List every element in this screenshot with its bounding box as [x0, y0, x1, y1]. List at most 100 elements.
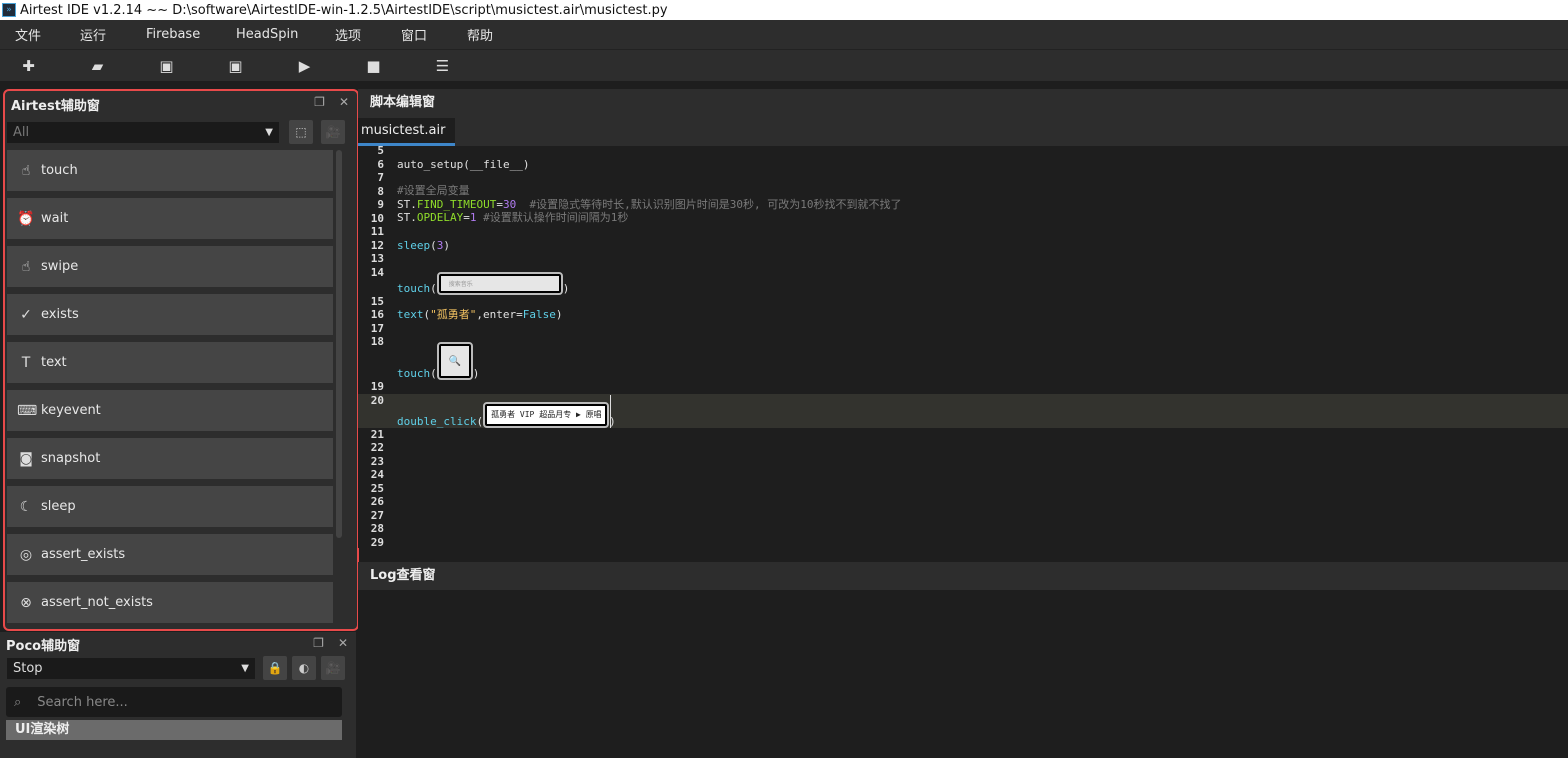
chevron-down-icon: ▼ [265, 126, 273, 138]
save-as-icon[interactable]: ▣ [201, 57, 270, 75]
code-line[interactable]: 14 touch(搜索音乐) [358, 266, 1568, 295]
image-template-song-result[interactable]: 孤勇者 VIP 超品月专 ▶ 原唱 [483, 401, 610, 428]
record-button[interactable]: 🎥 [321, 120, 345, 144]
code-token: touch [397, 367, 431, 380]
save-icon[interactable]: ▣ [132, 57, 201, 75]
moon-icon: ☾ [19, 498, 33, 515]
code-line[interactable]: 7 [358, 171, 1568, 185]
code-line[interactable]: 29 [358, 536, 1568, 550]
api-item-label: assert_not_exists [41, 595, 153, 610]
line-number: 27 [370, 508, 384, 522]
api-item-exists[interactable]: ✓ exists [7, 294, 333, 335]
refresh-inspect-button[interactable]: ◐ [292, 656, 316, 680]
api-item-wait[interactable]: ⏰ wait [7, 198, 333, 239]
api-item-swipe[interactable]: ☝ swipe [7, 246, 333, 287]
menu-item[interactable]: 文件 [15, 25, 41, 44]
poco-mode-dropdown[interactable]: Stop ▼ [7, 657, 255, 679]
code-line[interactable]: 10 ST.OPDELAY=1 #设置默认操作时间间隔为1秒 [358, 209, 1568, 226]
code-line[interactable]: 5 [358, 144, 1568, 158]
code-line[interactable]: 12 sleep(3) [358, 239, 1568, 253]
menu-item[interactable]: HeadSpin [236, 27, 298, 42]
screenshot-select-button[interactable]: ⬚ [289, 120, 313, 144]
code-text: ST.OPDELAY=1 #设置默认操作时间间隔为1秒 [397, 209, 628, 225]
code-line[interactable]: 23 [358, 455, 1568, 469]
run-icon[interactable]: ▶ [270, 57, 339, 75]
api-item-keyevent[interactable]: ⌨ keyevent [7, 390, 333, 431]
log-icon[interactable]: ☰ [408, 57, 477, 75]
code-line[interactable]: 17 [358, 322, 1568, 336]
code-token: text [397, 307, 424, 321]
api-item-label: assert_exists [41, 547, 126, 562]
line-number: 21 [370, 427, 384, 441]
touch-icon: ☝ [21, 162, 31, 179]
tab-musictest[interactable]: musictest.air ✕ [358, 118, 455, 164]
api-item-assert_exists[interactable]: ◎ assert_exists [7, 534, 333, 575]
menu-item[interactable]: Firebase [146, 27, 200, 42]
float-icon[interactable]: ❐ [313, 636, 324, 650]
float-icon[interactable]: ❐ [314, 95, 325, 109]
chevron-down-icon: ▼ [241, 662, 249, 674]
scrollbar[interactable] [336, 150, 342, 538]
ui-tree-header[interactable]: UI渲染树 [6, 720, 342, 740]
window-title: Airtest IDE v1.2.14 ~~ D:\software\Airte… [20, 2, 668, 18]
api-item-snapshot[interactable]: ◙ snapshot [7, 438, 333, 479]
image-template-search-bar[interactable]: 搜索音乐 [436, 271, 563, 295]
filter-dropdown[interactable]: All ▼ [7, 121, 279, 143]
template-image-content: 孤勇者 VIP 超品月专 ▶ 原唱 [487, 405, 606, 424]
code-token: ST. [397, 211, 417, 224]
code-line[interactable]: 28 [358, 522, 1568, 536]
code-line[interactable]: 6 auto_setup(__file__) [358, 158, 1568, 172]
code-text: sleep(3) [397, 239, 450, 252]
api-item-text[interactable]: Ttext [7, 342, 333, 383]
search-placeholder: Search here... [37, 694, 128, 710]
code-line[interactable]: 21 [358, 428, 1568, 442]
editor-tab-bar: musictest.air ✕ [358, 117, 1568, 164]
code-line[interactable]: 20 double_click(孤勇者 VIP 超品月专 ▶ 原唱) [358, 393, 1568, 428]
panel-title: Poco辅助窗 [6, 638, 81, 654]
api-item-sleep[interactable]: ☾ sleep [7, 486, 333, 527]
open-folder-icon[interactable]: ▰ [63, 57, 132, 75]
stop-icon[interactable]: ■ [339, 57, 408, 75]
close-icon[interactable]: ✕ [339, 95, 349, 109]
code-editor[interactable]: 5 6 auto_setup(__file__) 7 8 #设置全局变量 9 ST.FIND_… [358, 144, 1568, 550]
code-line[interactable]: 24 [358, 468, 1568, 482]
line-number: 10 [370, 211, 384, 225]
lock-button[interactable]: 🔒 [263, 656, 287, 680]
line-number: 12 [370, 238, 384, 252]
line-number: 8 [377, 184, 384, 198]
line-number: 28 [370, 522, 384, 535]
code-line[interactable]: 26 [358, 495, 1568, 509]
code-line[interactable]: 27 [358, 509, 1568, 523]
code-token: ( [430, 281, 437, 295]
line-number: 15 [370, 294, 384, 308]
search-input[interactable]: ⌕ Search here... [6, 687, 342, 717]
menu-item[interactable]: 选项 [335, 25, 361, 44]
menu-bar: 文件 运行 Firebase HeadSpin 选项 窗口 帮助 [0, 20, 1568, 50]
record-button[interactable]: 🎥 [321, 656, 345, 680]
menu-item[interactable]: 运行 [80, 25, 106, 44]
code-token: sleep [397, 239, 431, 252]
new-icon[interactable]: ✚ [0, 57, 63, 75]
code-line[interactable]: 16 text("孤勇者",enter=False) [358, 308, 1568, 322]
code-line[interactable]: 22 [358, 441, 1568, 455]
menu-item[interactable]: 帮助 [467, 25, 493, 44]
line-number: 5 [377, 144, 384, 157]
log-panel-title: Log查看窗 [358, 562, 1568, 590]
code-line[interactable]: 18 touch(🔍) [358, 335, 1568, 380]
api-item-touch[interactable]: ☝ touch [7, 150, 333, 191]
code-line[interactable]: 19 [358, 380, 1568, 394]
api-item-assert_not_exists[interactable]: ⊗ assert_not_exists [7, 582, 333, 623]
menu-item[interactable]: 窗口 [401, 25, 427, 44]
log-view[interactable] [358, 590, 1568, 758]
title-bar: » Airtest IDE v1.2.14 ~~ D:\software\Airt… [0, 0, 1568, 20]
airtest-api-list: ☝ touch ⏰ wait ☝ swipe ✓ exists Ttext ⌨ keyevent ◙ s… [7, 150, 333, 630]
code-line[interactable]: 13 [358, 252, 1568, 266]
code-token: touch [397, 281, 431, 295]
code-text: text("孤勇者",enter=False) [397, 306, 562, 322]
close-icon[interactable]: ✕ [338, 636, 348, 650]
line-number: 14 [370, 265, 384, 279]
code-line[interactable]: 25 [358, 482, 1568, 496]
code-line[interactable]: 11 [358, 225, 1568, 239]
image-template-search-button[interactable]: 🔍 [436, 342, 473, 380]
line-number: 22 [370, 441, 384, 454]
